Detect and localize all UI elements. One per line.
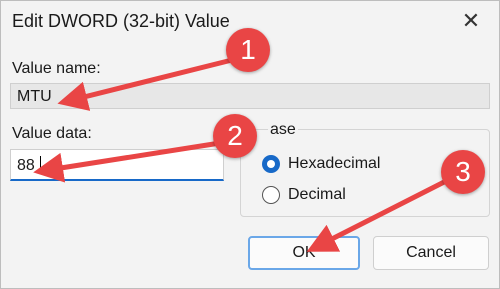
step-badge-2: 2 <box>213 114 257 158</box>
arrow-1 <box>57 57 235 111</box>
step-badge-3: 3 <box>441 150 485 194</box>
arrow-2 <box>33 140 223 183</box>
step-badge-1: 1 <box>226 28 270 72</box>
arrow-3 <box>306 175 455 252</box>
